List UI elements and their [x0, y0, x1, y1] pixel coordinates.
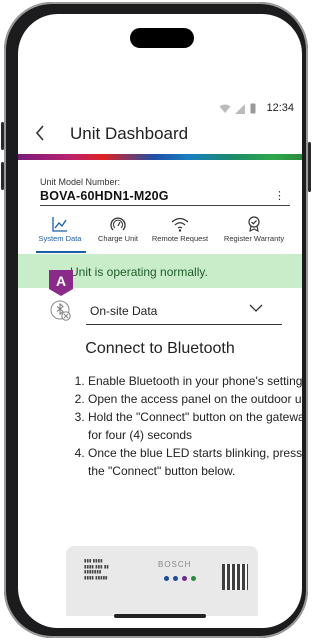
- instruction-step: Enable Bluetooth in your phone's setting…: [88, 372, 302, 390]
- bluetooth-off-icon: [50, 300, 72, 322]
- model-value[interactable]: BOVA-60HDN1-M20G: [40, 189, 169, 203]
- phone-frame: 12:34 Unit Dashboard Unit Model Number: …: [1, 2, 311, 638]
- home-indicator: [114, 614, 206, 618]
- volume-down-button: [1, 162, 4, 190]
- status-text: Unit is operating normally.: [70, 265, 208, 279]
- annotation-badge: A: [48, 269, 74, 296]
- tab-bar: System Data Charge Unit Remote Request R…: [18, 216, 302, 256]
- model-menu-button[interactable]: ⋮: [274, 189, 285, 202]
- chart-icon: [52, 217, 67, 232]
- power-button: [308, 142, 311, 192]
- clock: 12:34: [266, 102, 294, 114]
- chevron-down-icon: [249, 304, 263, 312]
- tab-label: System Data: [38, 234, 82, 243]
- screen: 12:34 Unit Dashboard Unit Model Number: …: [18, 14, 302, 628]
- connect-title: Connect to Bluetooth: [85, 340, 235, 357]
- badge-letter: A: [56, 273, 66, 289]
- led: [182, 576, 187, 581]
- signal-icon: [235, 103, 245, 114]
- tab-register-warranty[interactable]: Register Warranty: [216, 216, 292, 256]
- badge-icon: [248, 216, 260, 232]
- device-label-text: ▮▮▮ ▮▮▮▮ ▮▮▮▮ ▮▮▮ ▮▮ ▮▮▮▮▮▮▮ ▮▮▮▮ ▮▮▮▮▮: [84, 558, 109, 580]
- gauge-icon: [110, 217, 126, 231]
- tab-label: Register Warranty: [223, 234, 285, 243]
- app-header: Unit Dashboard: [18, 120, 302, 154]
- onsite-data-dropdown[interactable]: On-site Data: [38, 300, 298, 330]
- tab-label: Charge Unit: [97, 234, 139, 243]
- wifi-status-icon: [219, 104, 231, 113]
- device-leds: [164, 576, 196, 581]
- model-divider: [40, 205, 290, 206]
- page-title: Unit Dashboard: [70, 124, 189, 143]
- active-tab-indicator: [36, 251, 86, 253]
- chevron-left-icon: [35, 125, 44, 141]
- tab-remote-request[interactable]: Remote Request: [144, 216, 216, 256]
- instruction-step: Once the blue LED starts blinking, press…: [88, 444, 302, 480]
- onsite-divider: [86, 324, 282, 325]
- wifi-icon: [171, 217, 189, 232]
- gateway-device-image: ▮▮▮ ▮▮▮▮ ▮▮▮▮ ▮▮▮ ▮▮ ▮▮▮▮▮▮▮ ▮▮▮▮ ▮▮▮▮▮ BOS…: [66, 546, 258, 616]
- status-bar: 12:34: [18, 98, 302, 120]
- tab-system-data[interactable]: System Data: [28, 216, 92, 256]
- instruction-step: Hold the "Connect" button on the gateway…: [88, 408, 302, 444]
- tab-charge-unit[interactable]: Charge Unit: [92, 216, 144, 256]
- instruction-step: Open the access panel on the outdoor uni…: [88, 390, 302, 408]
- instruction-list: Enable Bluetooth in your phone's setting…: [70, 372, 302, 480]
- onsite-data-label: On-site Data: [90, 304, 158, 318]
- model-label: Unit Model Number:: [40, 177, 121, 187]
- brand-stripe: [18, 154, 302, 160]
- volume-up-button: [1, 122, 4, 150]
- dynamic-island: [130, 28, 194, 48]
- back-button[interactable]: [34, 124, 50, 144]
- battery-icon: [250, 103, 256, 114]
- device-brand: BOSCH: [158, 560, 192, 569]
- led: [164, 576, 169, 581]
- led: [191, 576, 196, 581]
- badge-shape: A: [49, 270, 73, 296]
- tab-label: Remote Request: [151, 234, 209, 243]
- qr-code: [222, 564, 248, 590]
- led: [173, 576, 178, 581]
- status-icons: [219, 103, 256, 114]
